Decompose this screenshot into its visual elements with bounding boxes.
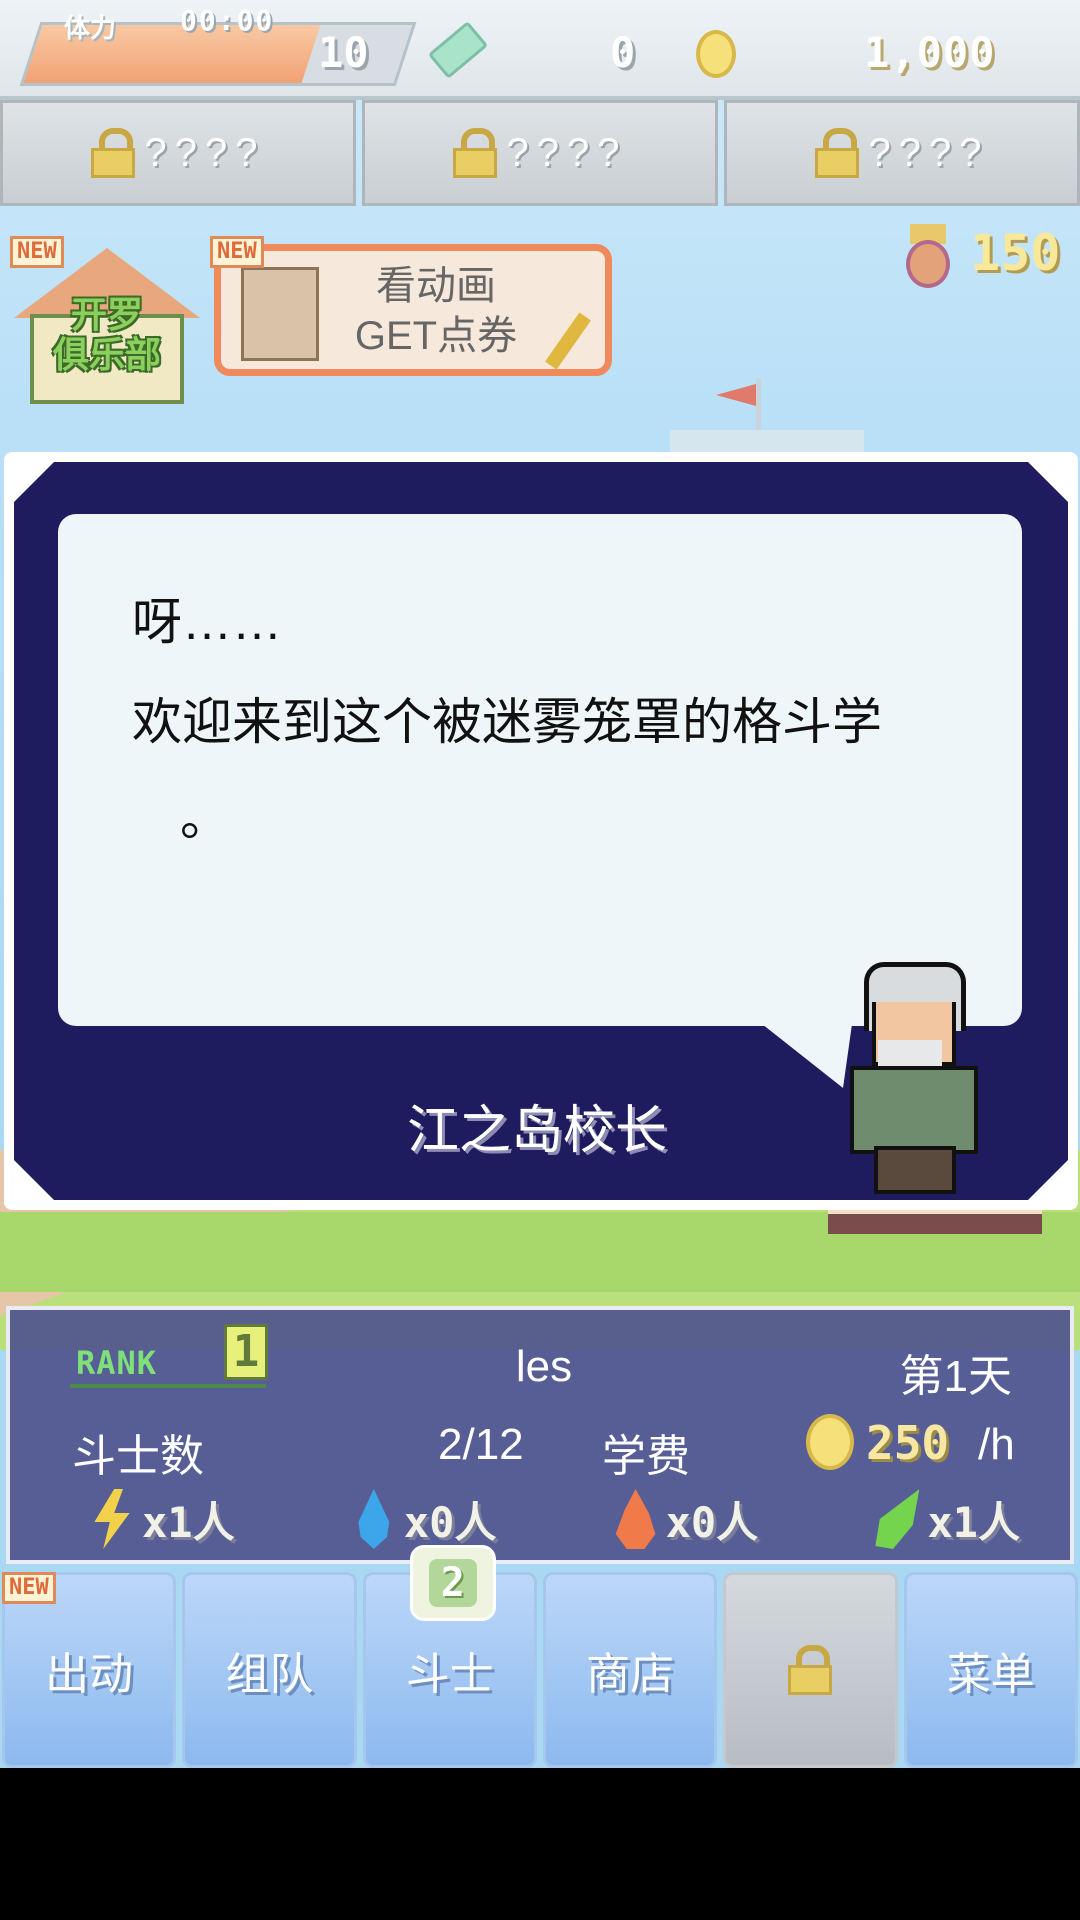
element-count: x1人 <box>927 1497 1020 1547</box>
locked-slot-1[interactable]: ???? <box>0 100 356 206</box>
dialog-line-1: 呀…… <box>132 594 282 650</box>
element-water: x0人 <box>352 1486 497 1552</box>
new-badge: NEW <box>2 1572 56 1604</box>
badge-value: 2 <box>428 1559 477 1607</box>
bottom-nav: 出动 组队 2 斗士 商店 菜单 <box>0 1545 1080 1768</box>
lock-icon <box>90 128 135 178</box>
nav-shop-button[interactable]: 商店 <box>542 1572 718 1768</box>
watch-anime-line2: GET点券 <box>354 314 518 358</box>
castle-silhouette <box>670 430 864 454</box>
ticket-count: 0 <box>610 28 636 77</box>
black-bar <box>0 1768 1080 1920</box>
fighters-value: 2/12 <box>438 1420 524 1469</box>
nav-label: 斗士 <box>405 1650 494 1699</box>
medal-icon <box>900 224 956 290</box>
stamina-label: 体力 <box>64 14 117 44</box>
nav-label: 菜单 <box>946 1650 1035 1699</box>
game-screen: 体力 00:00 10 0 1,000 ???? ???? ???? 开罗 俱乐… <box>0 0 1080 1768</box>
coin-icon <box>696 30 736 78</box>
dialog-line-2: 欢迎来到这个被迷雾笼罩的格斗学 <box>132 694 882 750</box>
locked-slot-2[interactable]: ???? <box>362 100 718 206</box>
new-badge: NEW <box>210 236 264 268</box>
element-count: x0人 <box>403 1497 497 1547</box>
dialog-line-3: 。 <box>180 790 230 846</box>
element-count: x1人 <box>142 1497 235 1547</box>
new-badge: NEW <box>10 236 64 268</box>
fighters-label: 斗士数 <box>72 1432 204 1481</box>
day-counter: 第1天 <box>899 1352 1012 1401</box>
flag-icon <box>716 384 756 406</box>
coin-icon <box>806 1414 854 1470</box>
nav-label: 组队 <box>225 1650 314 1699</box>
locked-slots: ???? ???? ???? <box>0 100 1080 206</box>
stamina-value: 10 <box>318 28 369 77</box>
element-counts: x1人 x0人 x0人 x1人 <box>90 1486 1020 1552</box>
locked-slot-label: ???? <box>868 130 990 175</box>
element-leaf: x1人 <box>875 1486 1020 1552</box>
locked-slot-label: ???? <box>144 130 266 175</box>
thunder-icon <box>94 1489 130 1549</box>
nav-label: 出动 <box>45 1650 134 1699</box>
brush-icon <box>545 312 591 370</box>
lock-icon <box>788 1645 833 1695</box>
locked-slot-label: ???? <box>506 130 628 175</box>
club-label: 开罗 俱乐部 <box>52 295 161 376</box>
stage-platform <box>828 1210 1042 1234</box>
cat-mascot-icon <box>241 267 319 361</box>
fighters-count-badge: 2 <box>409 1545 496 1621</box>
watch-anime-button[interactable]: 看动画 GET点券 <box>214 244 612 376</box>
element-thunder: x1人 <box>90 1486 235 1552</box>
locked-slot-3[interactable]: ???? <box>724 100 1080 206</box>
status-panel: RANK 1 les 第1天 斗士数 2/12 学费 250 /h x1人 x0… <box>6 1306 1074 1564</box>
top-bar: 体力 00:00 10 0 1,000 <box>0 0 1080 100</box>
nav-team-button[interactable]: 组队 <box>182 1572 357 1768</box>
fire-icon <box>615 1489 656 1549</box>
watch-anime-line1: 看动画 <box>376 264 496 308</box>
tuition-unit: /h <box>978 1420 1015 1469</box>
stamina-timer: 00:00 <box>180 4 275 37</box>
nav-label: 商店 <box>586 1650 675 1699</box>
water-drop-icon <box>358 1489 390 1549</box>
principal-character <box>838 962 988 1194</box>
element-fire: x0人 <box>614 1486 759 1552</box>
lock-icon <box>814 128 859 178</box>
leaf-icon <box>875 1489 920 1549</box>
nav-locked-button[interactable] <box>723 1572 898 1768</box>
watch-anime-label: 看动画 GET点券 <box>321 261 551 361</box>
nav-menu-button[interactable]: 菜单 <box>903 1572 1078 1768</box>
lock-icon <box>452 128 497 178</box>
nav-fighters-button[interactable]: 2 斗士 <box>362 1545 537 1768</box>
medal-count: 150 <box>970 224 1061 282</box>
tuition-label: 学费 <box>602 1432 690 1481</box>
element-count: x0人 <box>665 1497 759 1547</box>
tuition-value: 250 <box>866 1416 950 1470</box>
ticket-icon <box>427 21 489 79</box>
coin-count: 1,000 <box>864 28 996 77</box>
